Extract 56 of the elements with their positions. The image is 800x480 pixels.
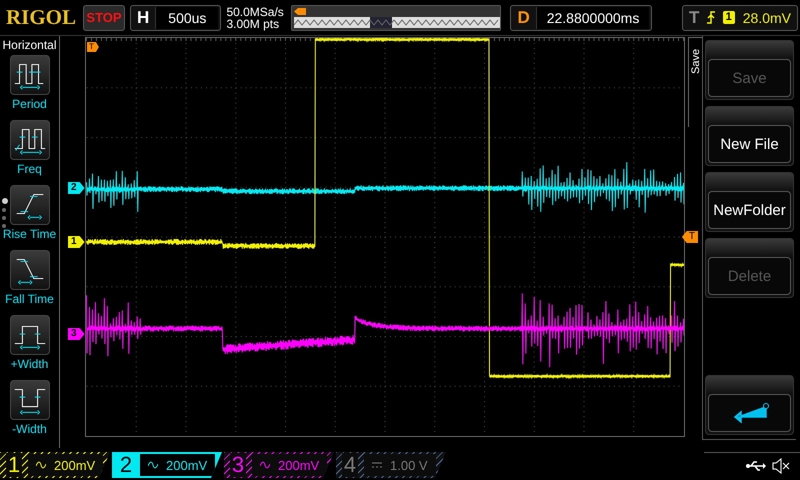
trigger-level: 28.0mV bbox=[742, 10, 791, 26]
channel-marker[interactable]: 1 bbox=[68, 236, 85, 248]
channel-number: 2 bbox=[118, 453, 134, 477]
measure-button[interactable] bbox=[10, 315, 50, 355]
run-stop-button[interactable]: STOP bbox=[83, 4, 125, 30]
channel-tab[interactable]: 4 1.00 V bbox=[336, 452, 446, 478]
measure-button[interactable] bbox=[10, 250, 50, 290]
measure-label: Fall Time bbox=[5, 292, 54, 306]
measure-label: Rise Time bbox=[2, 227, 56, 241]
dc-coupling-icon bbox=[372, 461, 382, 469]
panel-title: Horizontal bbox=[2, 38, 57, 52]
ac-coupling-icon bbox=[260, 461, 270, 469]
memory-depth: 3.00M pts bbox=[226, 18, 280, 30]
brand-logo: RIGOL bbox=[6, 5, 78, 30]
measure-label: -Width bbox=[12, 422, 47, 436]
channel-tab[interactable]: 2 200mV bbox=[112, 452, 222, 478]
delay-value: 22.8800000ms bbox=[536, 6, 650, 28]
trigger-position-marker: T bbox=[87, 42, 99, 52]
channel-number: 1 bbox=[6, 453, 22, 477]
rising-edge-icon bbox=[707, 11, 715, 24]
trigger-box[interactable]: T 1 28.0mV bbox=[682, 4, 798, 30]
menu-title: Save bbox=[690, 48, 702, 74]
channel-tab[interactable]: 1 200mV bbox=[0, 452, 110, 478]
measure-button[interactable] bbox=[10, 380, 50, 420]
measure-button[interactable] bbox=[10, 55, 50, 95]
usb-icon bbox=[746, 460, 766, 472]
return-button[interactable] bbox=[705, 375, 794, 435]
menu-button[interactable]: NewFolder bbox=[705, 172, 794, 232]
delay-box[interactable]: D 22.8800000ms bbox=[510, 4, 652, 30]
delay-label: D bbox=[516, 8, 531, 28]
speaker-muted-icon bbox=[772, 458, 790, 474]
trigger-label: T bbox=[689, 8, 700, 28]
timebase-box[interactable]: H 500us bbox=[130, 4, 222, 30]
channel-number: 4 bbox=[342, 453, 358, 477]
timebase-value: 500us bbox=[155, 6, 218, 28]
measure-button[interactable] bbox=[10, 185, 50, 225]
measure-button[interactable] bbox=[10, 120, 50, 160]
sample-rate: 50.0MSa/s bbox=[226, 6, 285, 18]
channel-marker[interactable]: 3 bbox=[68, 328, 85, 340]
trigger-source: 1 bbox=[722, 11, 735, 24]
channel-scale: 200mV bbox=[54, 458, 96, 472]
channel-scale: 1.00 V bbox=[390, 458, 428, 472]
ac-coupling-icon bbox=[36, 461, 46, 469]
channel-marker[interactable]: 2 bbox=[68, 182, 85, 194]
trigger-level-marker[interactable]: T bbox=[682, 231, 698, 243]
measure-label: Period bbox=[12, 97, 47, 111]
ac-coupling-icon bbox=[148, 461, 158, 469]
channel-scale: 200mV bbox=[278, 458, 320, 472]
channel-number: 3 bbox=[230, 453, 246, 477]
timebase-label: H bbox=[136, 8, 150, 28]
measure-label: Freq bbox=[17, 162, 42, 176]
channel-scale: 200mV bbox=[166, 458, 208, 472]
menu-button[interactable]: New File bbox=[705, 106, 794, 166]
channel-tab[interactable]: 3 200mV bbox=[224, 452, 334, 478]
measure-label: +Width bbox=[10, 357, 48, 371]
trigger-position-icon bbox=[294, 8, 306, 14]
